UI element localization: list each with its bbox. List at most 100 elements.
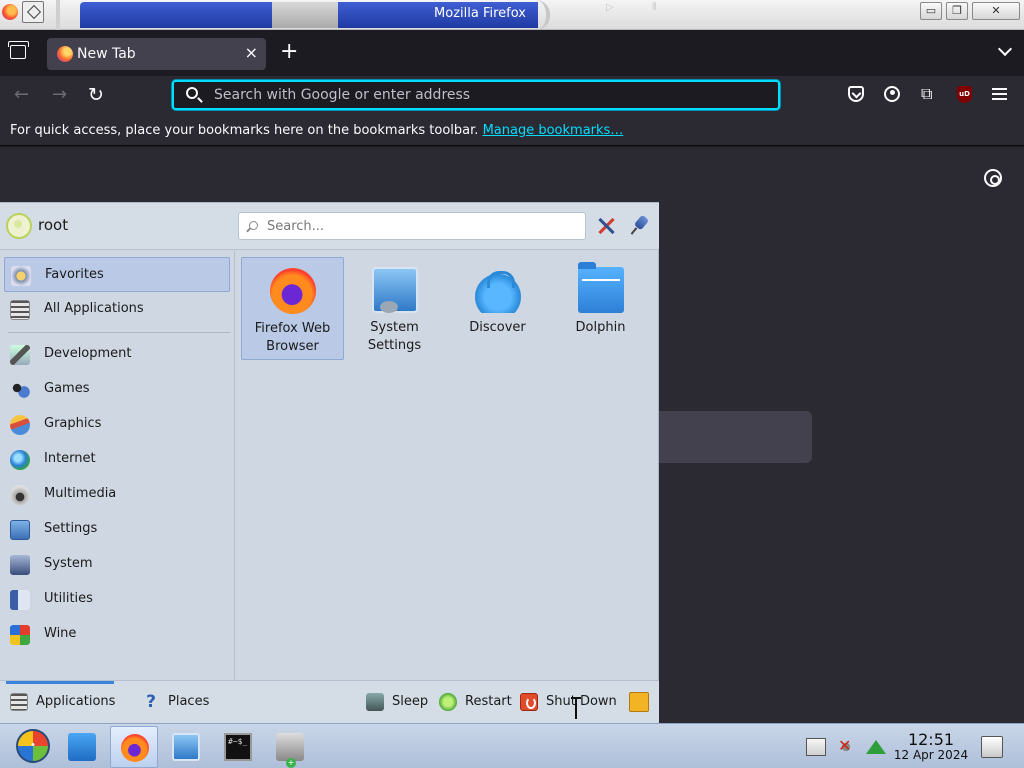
- favorite-firefox[interactable]: Firefox Web Browser: [241, 257, 344, 360]
- user-name: root: [38, 216, 69, 234]
- task-application-launcher[interactable]: +: [266, 726, 314, 768]
- category-settings[interactable]: Settings: [4, 512, 230, 547]
- titlebar-faint-icon: ▷: [606, 2, 614, 13]
- bookmarks-toolbar: For quick access, place your bookmarks h…: [0, 116, 1024, 146]
- applications-icon: [10, 693, 28, 711]
- firefox-icon: [2, 4, 18, 20]
- category-utilities[interactable]: Utilities: [4, 582, 230, 617]
- shut-down-button[interactable]: Shut Down: [520, 692, 618, 714]
- bookmarks-message: For quick access, place your bookmarks h…: [10, 123, 623, 138]
- category-system[interactable]: System: [4, 547, 230, 582]
- window-menu-icon[interactable]: [22, 1, 44, 23]
- lock-icon[interactable]: [629, 692, 649, 712]
- shut-down-icon: [520, 693, 538, 711]
- gear-icon[interactable]: [984, 169, 1002, 187]
- favorites-grid: Firefox Web Browser System Settings Disc…: [236, 251, 658, 680]
- category-label: Internet: [44, 451, 96, 466]
- restart-button[interactable]: Restart: [439, 692, 513, 714]
- system-icon: [10, 555, 30, 575]
- new-tab-search-box[interactable]: [640, 411, 812, 463]
- favorite-label: Dolphin: [575, 320, 626, 335]
- network-icon[interactable]: [866, 740, 886, 754]
- launcher-search-input[interactable]: [267, 217, 577, 235]
- favorite-label: Discover: [469, 320, 526, 335]
- task-system-settings[interactable]: [162, 726, 210, 768]
- system-settings-icon: [172, 733, 200, 761]
- firefox-icon: [121, 734, 149, 762]
- launcher-search-field[interactable]: [238, 212, 586, 240]
- discover-icon: [475, 267, 521, 313]
- new-tab-button[interactable]: +: [280, 41, 298, 63]
- footer-label: Sleep: [392, 694, 429, 709]
- forward-button[interactable]: →: [52, 84, 67, 105]
- maximize-button[interactable]: ❐: [946, 2, 968, 20]
- divider: [8, 332, 230, 333]
- category-list: Favorites All Applications Development G…: [0, 251, 235, 680]
- favorite-label: System Settings: [367, 320, 422, 353]
- category-internet[interactable]: Internet: [4, 442, 230, 477]
- manage-bookmarks-link[interactable]: Manage bookmarks…: [483, 123, 624, 138]
- footer-label: Restart: [465, 694, 512, 709]
- places-icon: ?: [146, 692, 156, 712]
- category-graphics[interactable]: Graphics: [4, 407, 230, 442]
- address-input[interactable]: [214, 82, 754, 108]
- start-menu-icon[interactable]: [16, 729, 50, 763]
- hamburger-menu-icon[interactable]: [992, 88, 1007, 100]
- add-badge-icon: +: [286, 758, 296, 768]
- launcher-footer: Applications ? Places Sleep Restart Shut…: [0, 680, 659, 723]
- minimize-button[interactable]: ▭: [920, 2, 942, 20]
- task-terminal[interactable]: #~$_: [214, 726, 262, 768]
- category-development[interactable]: Development: [4, 337, 230, 372]
- category-games[interactable]: Games: [4, 372, 230, 407]
- clock-time[interactable]: 12:51: [895, 730, 967, 749]
- favorite-dolphin[interactable]: Dolphin: [550, 257, 653, 360]
- file-manager-icon: [68, 733, 96, 761]
- favorite-discover[interactable]: Discover: [447, 257, 550, 360]
- audio-muted-icon[interactable]: [836, 736, 856, 756]
- pocket-icon[interactable]: [848, 86, 864, 102]
- tab-new-tab[interactable]: New Tab ×: [47, 38, 266, 70]
- tab-strip: New Tab × +: [0, 30, 1024, 76]
- terminal-icon: #~$_: [224, 733, 252, 761]
- footer-label: Shut Down: [546, 694, 617, 709]
- category-all-applications[interactable]: All Applications: [4, 292, 230, 327]
- configure-icon[interactable]: [596, 216, 616, 236]
- category-wine[interactable]: Wine: [4, 617, 230, 652]
- clock-date[interactable]: 12 Apr 2024: [892, 748, 970, 762]
- settings-icon: [10, 520, 30, 540]
- category-multimedia[interactable]: Multimedia: [4, 477, 230, 512]
- application-launcher-menu: root Favorites All Applications Developm…: [0, 202, 659, 723]
- extensions-icon[interactable]: ⧉: [921, 84, 937, 103]
- url-bar[interactable]: [172, 80, 780, 110]
- tab-places[interactable]: ? Places: [142, 692, 222, 714]
- graphics-icon: [10, 415, 30, 435]
- close-window-button[interactable]: ✕: [972, 2, 1020, 20]
- all-applications-icon: [10, 300, 30, 320]
- task-firefox[interactable]: [110, 726, 158, 768]
- task-file-manager[interactable]: [58, 726, 106, 768]
- show-desktop-icon[interactable]: [981, 736, 1003, 758]
- close-tab-button[interactable]: ×: [245, 43, 258, 62]
- back-button[interactable]: ←: [14, 84, 29, 105]
- account-icon[interactable]: [884, 86, 900, 102]
- list-all-tabs-icon[interactable]: [997, 41, 1013, 57]
- development-icon: [10, 345, 30, 365]
- pin-icon[interactable]: [630, 215, 650, 235]
- bookmarks-message-text: For quick access, place your bookmarks h…: [10, 123, 479, 138]
- category-favorites[interactable]: Favorites: [4, 257, 230, 292]
- favorite-system-settings[interactable]: System Settings: [344, 257, 447, 360]
- multimedia-icon: [10, 485, 30, 505]
- category-label: Wine: [44, 626, 77, 641]
- clipboard-icon[interactable]: [806, 738, 826, 756]
- sleep-button[interactable]: Sleep: [366, 692, 430, 714]
- titlebar-separator: [56, 0, 60, 30]
- ublock-icon[interactable]: uD: [957, 86, 972, 103]
- footer-label: Places: [168, 694, 210, 709]
- window-titlebar[interactable]: Mozilla Firefox ▷ ⦀ ▭ ❐ ✕: [0, 0, 1024, 30]
- firefox-view-icon[interactable]: [8, 41, 29, 59]
- games-icon: [10, 380, 30, 400]
- tab-applications[interactable]: Applications: [10, 692, 120, 714]
- category-label: Favorites: [45, 267, 104, 282]
- reload-button[interactable]: ↻: [88, 84, 104, 106]
- application-launcher-icon: [276, 733, 304, 761]
